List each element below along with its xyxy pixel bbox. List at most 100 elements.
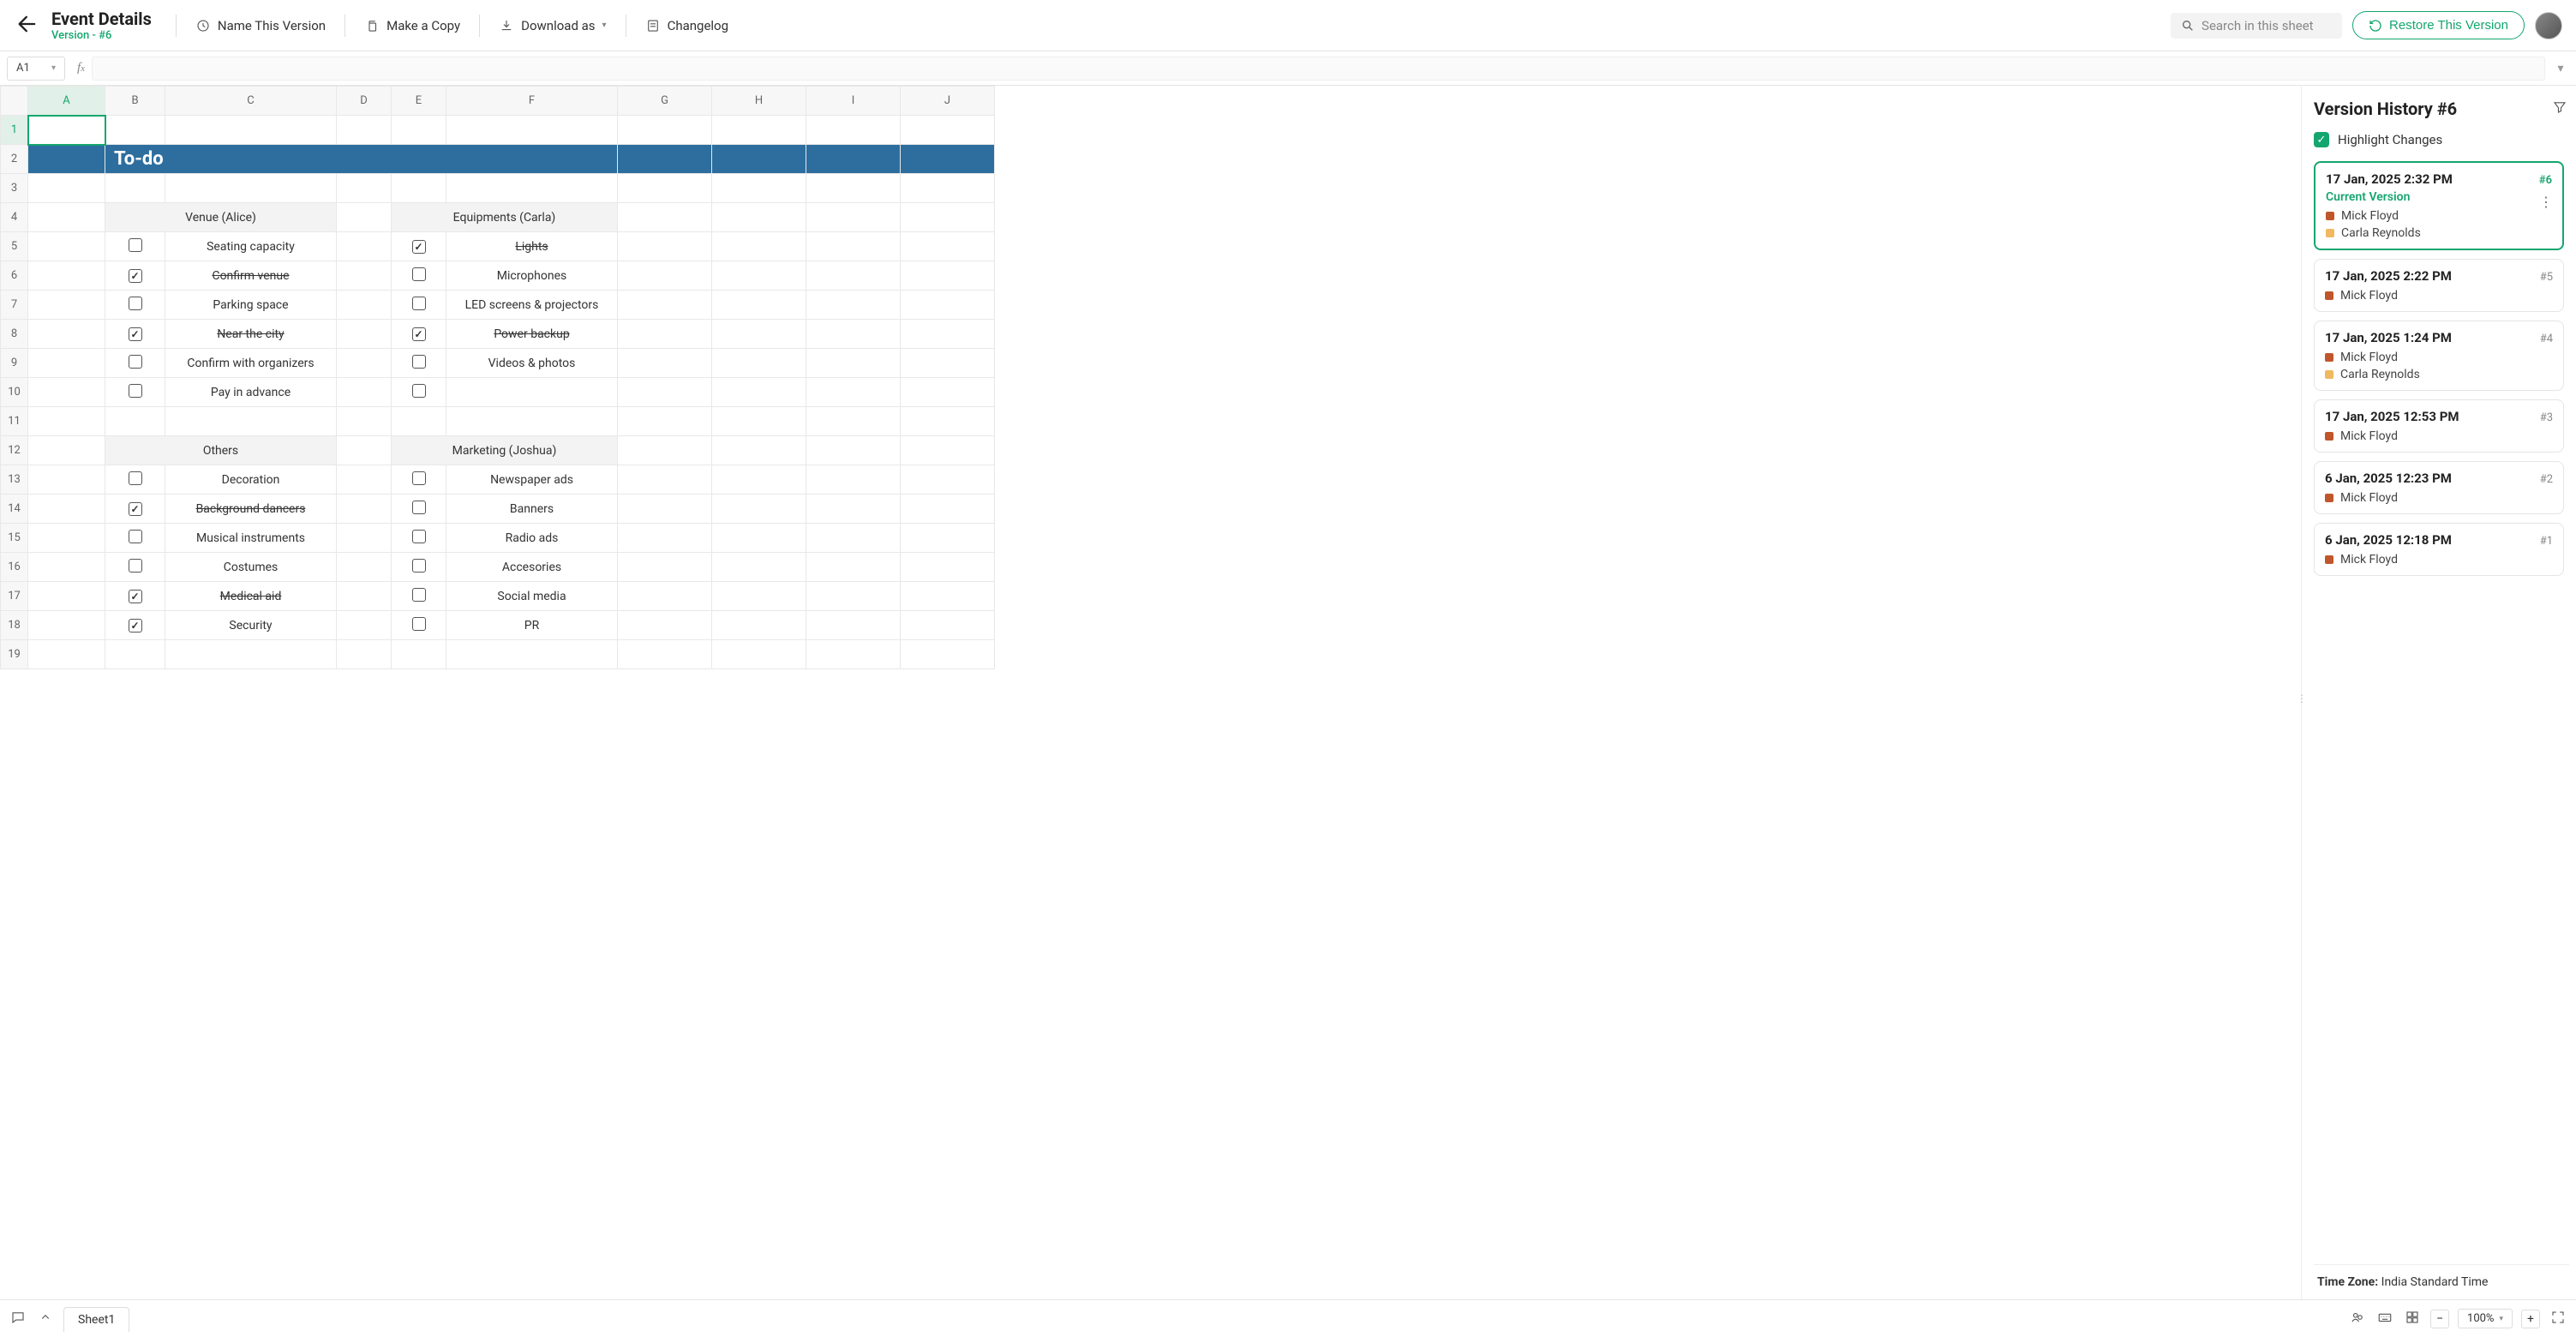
cell[interactable] xyxy=(28,232,105,261)
zoom-in-button[interactable]: + xyxy=(2521,1310,2540,1328)
checkbox[interactable] xyxy=(129,238,142,252)
row-header[interactable]: 4 xyxy=(1,203,28,232)
cell[interactable] xyxy=(806,407,901,436)
row-header[interactable]: 11 xyxy=(1,407,28,436)
column-header[interactable]: J xyxy=(901,87,995,116)
checkbox[interactable] xyxy=(412,267,426,281)
formula-expand-icon[interactable]: ▾ xyxy=(2552,62,2569,75)
cell[interactable] xyxy=(806,174,901,203)
cell[interactable] xyxy=(712,553,806,582)
cell[interactable] xyxy=(901,524,995,553)
selected-cell[interactable] xyxy=(28,116,105,145)
cell[interactable] xyxy=(618,320,712,349)
grid-view-icon[interactable] xyxy=(2403,1308,2422,1330)
cell[interactable] xyxy=(28,291,105,320)
cell[interactable] xyxy=(165,640,337,669)
section-header[interactable]: Marketing (Joshua) xyxy=(392,436,618,465)
row-header[interactable]: 6 xyxy=(1,261,28,291)
checkbox-cell[interactable] xyxy=(392,553,446,582)
column-header[interactable]: F xyxy=(446,87,618,116)
cell[interactable] xyxy=(712,349,806,378)
cell[interactable] xyxy=(337,640,392,669)
cell[interactable] xyxy=(712,611,806,640)
cell[interactable] xyxy=(337,291,392,320)
select-all-corner[interactable] xyxy=(1,87,28,116)
zoom-level[interactable]: 100%▾ xyxy=(2458,1309,2513,1328)
cell[interactable] xyxy=(618,174,712,203)
cell[interactable] xyxy=(28,349,105,378)
cell[interactable] xyxy=(712,495,806,524)
checkbox-cell[interactable] xyxy=(105,611,165,640)
cell[interactable] xyxy=(618,203,712,232)
task-text[interactable]: Medical aid xyxy=(165,582,337,611)
version-card[interactable]: 6 Jan, 2025 12:18 PM#1Mick Floyd xyxy=(2314,523,2564,576)
cell[interactable] xyxy=(806,465,901,495)
cell[interactable] xyxy=(712,116,806,145)
checkbox-cell[interactable] xyxy=(105,553,165,582)
task-text[interactable]: Lights xyxy=(446,232,618,261)
checkbox-cell[interactable] xyxy=(392,349,446,378)
checkbox-cell[interactable] xyxy=(105,232,165,261)
cell[interactable] xyxy=(712,524,806,553)
checkbox[interactable] xyxy=(129,502,142,516)
version-card[interactable]: 17 Jan, 2025 2:32 PM#6Current Version⋮Mi… xyxy=(2314,161,2564,250)
task-text[interactable]: Confirm with organizers xyxy=(165,349,337,378)
cell[interactable] xyxy=(806,378,901,407)
cell[interactable] xyxy=(901,407,995,436)
cell[interactable] xyxy=(28,174,105,203)
checkbox-cell[interactable] xyxy=(105,349,165,378)
version-card[interactable]: 6 Jan, 2025 12:23 PM#2Mick Floyd xyxy=(2314,461,2564,514)
column-header[interactable]: G xyxy=(618,87,712,116)
cell-reference-box[interactable]: A1 ▾ xyxy=(7,57,65,81)
checkbox-cell[interactable] xyxy=(105,291,165,320)
more-icon[interactable]: ⋮ xyxy=(2539,194,2554,210)
highlight-changes-checkbox[interactable]: ✓ xyxy=(2314,132,2329,147)
task-text[interactable]: PR xyxy=(446,611,618,640)
task-text[interactable]: Costumes xyxy=(165,553,337,582)
cell[interactable] xyxy=(337,203,392,232)
cell[interactable] xyxy=(28,145,105,174)
changelog-button[interactable]: Changelog xyxy=(640,15,734,37)
checkbox-cell[interactable] xyxy=(392,378,446,407)
cell[interactable] xyxy=(392,174,446,203)
cell[interactable] xyxy=(806,203,901,232)
row-header[interactable]: 8 xyxy=(1,320,28,349)
cell[interactable] xyxy=(618,524,712,553)
task-text[interactable]: Power backup xyxy=(446,320,618,349)
version-card[interactable]: 17 Jan, 2025 1:24 PM#4Mick FloydCarla Re… xyxy=(2314,321,2564,391)
cell[interactable] xyxy=(337,261,392,291)
cell[interactable] xyxy=(901,261,995,291)
task-text[interactable]: Videos & photos xyxy=(446,349,618,378)
task-text[interactable] xyxy=(446,378,618,407)
cell[interactable] xyxy=(712,640,806,669)
cell[interactable] xyxy=(901,582,995,611)
cell[interactable] xyxy=(105,174,165,203)
zoom-out-button[interactable]: − xyxy=(2430,1310,2449,1328)
checkbox[interactable] xyxy=(412,471,426,485)
checkbox-cell[interactable] xyxy=(392,524,446,553)
checkbox[interactable] xyxy=(129,471,142,485)
spreadsheet-grid[interactable]: A B C D E F G H I J 12To-do34Venue (Alic xyxy=(0,86,995,669)
section-header[interactable]: Venue (Alice) xyxy=(105,203,337,232)
row-header[interactable]: 7 xyxy=(1,291,28,320)
row-header[interactable]: 15 xyxy=(1,524,28,553)
cell[interactable] xyxy=(618,611,712,640)
fullscreen-icon[interactable] xyxy=(2549,1308,2567,1330)
checkbox[interactable] xyxy=(412,617,426,631)
cell[interactable] xyxy=(806,291,901,320)
column-header[interactable]: E xyxy=(392,87,446,116)
checkbox[interactable] xyxy=(129,297,142,310)
row-header[interactable]: 3 xyxy=(1,174,28,203)
cell[interactable] xyxy=(618,349,712,378)
cell[interactable] xyxy=(901,291,995,320)
cell[interactable] xyxy=(618,495,712,524)
task-text[interactable]: Decoration xyxy=(165,465,337,495)
checkbox[interactable] xyxy=(412,384,426,398)
cell[interactable] xyxy=(712,232,806,261)
checkbox[interactable] xyxy=(412,297,426,310)
checkbox[interactable] xyxy=(412,588,426,602)
cell[interactable] xyxy=(337,465,392,495)
cell[interactable] xyxy=(901,495,995,524)
checkbox[interactable] xyxy=(129,355,142,369)
task-text[interactable]: Banners xyxy=(446,495,618,524)
